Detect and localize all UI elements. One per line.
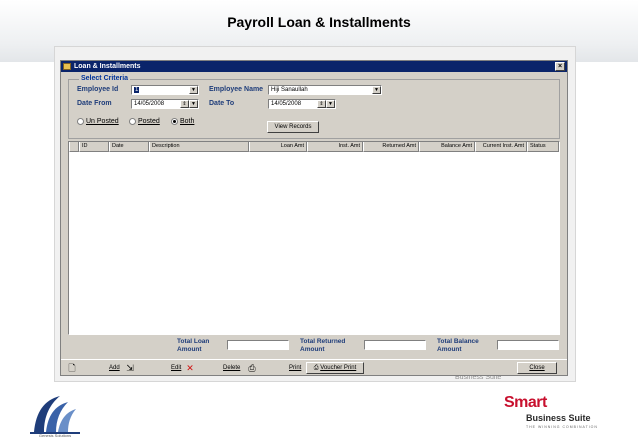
view-records-button[interactable]: View Records [267,121,319,133]
add-button[interactable]: Add [109,363,120,373]
delete-button[interactable]: Delete [223,363,240,373]
date-to-label: Date To [209,100,235,107]
genesis-logo-caption: Genesis Solutions [38,433,72,438]
edit-button[interactable]: Edit [171,363,181,373]
smart-business-suite-logo: Smart Business Suite THE WINNING COMBINA… [500,394,620,436]
employee-name-label: Employee Name [209,86,264,93]
grid-header-selector[interactable] [69,142,79,152]
total-balance-label-1: Total Balance [437,338,479,345]
column-status[interactable]: Status [527,142,559,152]
grid-header: ID Date Description Loan Amt Inst. Amt R… [69,142,559,152]
printer-icon[interactable]: ⎙ [247,363,257,373]
window-titlebar[interactable]: Loan & Installments × [61,61,567,72]
total-returned-amount-field [364,340,426,350]
total-balance-label-2: Amount [437,346,462,353]
employee-id-label: Employee Id [77,86,119,93]
chevron-down-icon[interactable]: ▼ [189,86,198,94]
print-button[interactable]: Print [289,363,301,373]
chevron-down-icon[interactable]: ▼ [326,100,335,108]
total-loan-amount-field [227,340,289,350]
records-grid[interactable]: ID Date Description Loan Amt Inst. Amt R… [68,141,560,335]
logo-smart-word: Smart [504,394,547,411]
employee-id-value: 1 [134,87,140,93]
total-loan-label-2: Amount [177,346,202,353]
radio-both[interactable]: Both [171,118,194,125]
radio-both-label: Both [180,118,195,125]
delete-x-icon[interactable]: ✕ [185,363,195,373]
totals-section: Total Loan Amount Total Returned Amount … [61,337,567,359]
column-loan-amt[interactable]: Loan Amt [249,142,307,152]
add-record-icon[interactable]: ⇲ [125,363,135,373]
slide-title: Payroll Loan & Installments [227,14,411,30]
app-window-icon [63,63,71,70]
chevron-down-icon[interactable]: ▼ [372,86,381,94]
radio-both-dot[interactable] [171,118,178,125]
radio-unposted-label: Un Posted [86,118,119,125]
radio-posted-dot[interactable] [129,118,136,125]
column-inst-amt[interactable]: Inst. Amt [307,142,363,152]
radio-posted-label: Posted [138,118,160,125]
column-id[interactable]: ID [79,142,109,152]
spin-updown-icon[interactable]: ⇕ [317,100,326,108]
total-returned-label-1: Total Returned [300,338,346,345]
logo-tagline: THE WINNING COMBINATION [526,425,598,429]
close-label: Close [529,365,545,371]
spin-updown-icon[interactable]: ⇕ [180,100,189,108]
window-title: Loan & Installments [74,63,141,70]
total-balance-amount-field [497,340,559,350]
radio-unposted-dot[interactable] [77,118,84,125]
date-to-value: 14/05/2008 [271,101,302,107]
radio-unposted[interactable]: Un Posted [77,118,119,125]
column-date[interactable]: Date [109,142,149,152]
new-document-icon[interactable]: 🗋 [67,363,77,373]
close-button[interactable]: Close [517,362,557,374]
chevron-down-icon[interactable]: ▼ [189,100,198,108]
voucher-print-label: Voucher Print [320,365,357,371]
employee-name-combo[interactable]: Hiji Sanaullah ▼ [268,85,382,95]
employee-name-value: Hiji Sanaullah [271,87,308,93]
voucher-print-button[interactable]: ⎙ Voucher Print [306,362,364,374]
column-description[interactable]: Description [149,142,249,152]
loan-installments-window: Loan & Installments × Select Criteria Em… [60,60,568,376]
total-returned-label-2: Amount [300,346,325,353]
employee-id-combo[interactable]: 1 ▼ [131,85,199,95]
date-from-picker[interactable]: 14/05/2008 ⇕ ▼ [131,99,199,109]
date-from-value: 14/05/2008 [134,101,165,107]
date-from-label: Date From [77,100,112,107]
logo-business-suite-word: Business Suite [526,413,591,423]
column-balance-amt[interactable]: Balance Amt [419,142,475,152]
criteria-legend: Select Criteria [79,75,131,82]
window-close-button[interactable]: × [555,62,565,71]
column-returned-amt[interactable]: Returned Amt [363,142,419,152]
total-loan-label-1: Total Loan [177,338,210,345]
column-current-inst-amt[interactable]: Current Inst. Amt [475,142,527,152]
date-to-picker[interactable]: 14/05/2008 ⇕ ▼ [268,99,336,109]
radio-posted[interactable]: Posted [129,118,160,125]
bottom-toolbar: 🗋 Add ⇲ Edit ✕ Delete ⎙ Print ⎙ Voucher … [61,359,567,375]
